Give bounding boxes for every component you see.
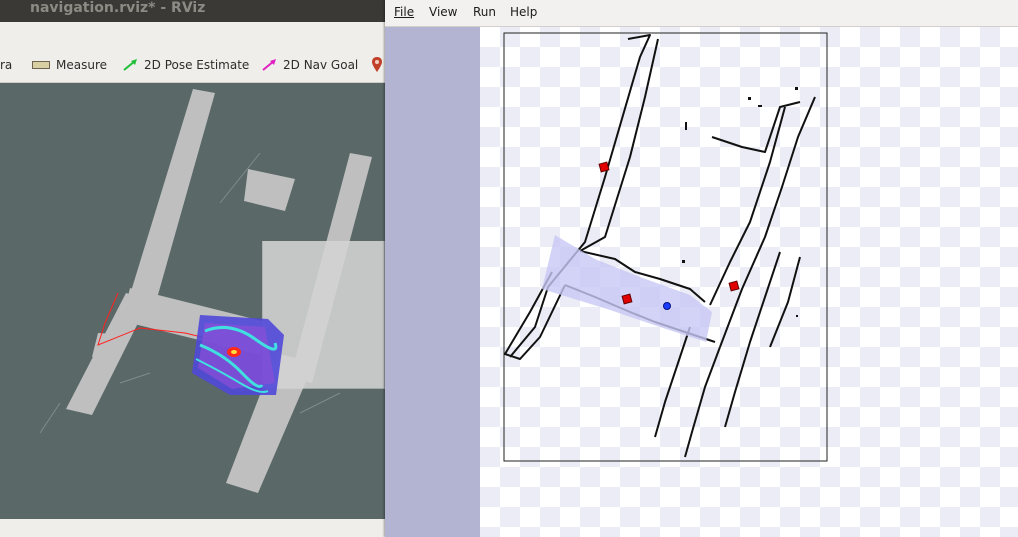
nav-goal-tool-label: 2D Nav Goal xyxy=(283,58,359,72)
obstacle-box xyxy=(728,280,740,292)
menu-help-label: Help xyxy=(510,5,538,19)
interact-tool-button[interactable]: ra xyxy=(0,55,12,75)
robot-marker xyxy=(663,302,671,310)
wall-lower-corridor-left xyxy=(654,326,691,438)
rviz-window-title: navigation.rviz* - RViz xyxy=(30,0,206,16)
rviz-titlebar[interactable]: navigation.rviz* - RViz xyxy=(0,0,386,22)
menu-view[interactable]: View xyxy=(429,5,457,19)
stage-window: File View Run Help xyxy=(385,0,1018,537)
menu-file-label: File xyxy=(394,5,415,19)
local-costmap-region xyxy=(263,241,385,389)
rviz-bottom-panel xyxy=(0,519,386,537)
ruler-icon xyxy=(32,61,50,69)
menu-run[interactable]: Run xyxy=(473,5,496,19)
pose-estimate-tool-label: 2D Pose Estimate xyxy=(144,58,250,72)
menu-help[interactable]: Help xyxy=(510,5,537,19)
stage-canvas[interactable] xyxy=(385,27,1018,537)
stage-world-map[interactable] xyxy=(480,27,1018,537)
measure-tool-button[interactable]: Measure xyxy=(32,55,107,75)
nav-goal-tool-button[interactable]: 2D Nav Goal xyxy=(261,55,358,75)
obstacle-box xyxy=(598,161,610,173)
menu-file[interactable]: File xyxy=(394,5,414,19)
rviz-map-display[interactable] xyxy=(0,83,386,537)
obstacle-box xyxy=(621,293,633,305)
publish-point-tool-button[interactable] xyxy=(372,55,386,75)
rviz-3d-view[interactable] xyxy=(0,83,386,537)
magenta-arrow-icon xyxy=(261,58,277,72)
map-arm-left xyxy=(92,333,128,361)
map-room-top xyxy=(244,169,295,211)
wall-room-top xyxy=(711,101,801,153)
map-corridor-upper-left xyxy=(125,89,215,316)
map-pin-icon xyxy=(372,57,382,73)
green-arrow-icon xyxy=(122,58,138,72)
interact-tool-label: ra xyxy=(0,58,13,72)
rviz-window: navigation.rviz* - RViz ra Measure 2D Po… xyxy=(0,0,386,537)
menu-view-label: View xyxy=(429,5,458,19)
measure-tool-label: Measure xyxy=(56,58,107,72)
wall-right-corridor-outer xyxy=(719,96,816,348)
stage-world-floor[interactable] xyxy=(480,27,1018,537)
pose-estimate-tool-button[interactable]: 2D Pose Estimate xyxy=(122,55,249,75)
rviz-toolbar: ra Measure 2D Pose Estimate 2D Nav Goal xyxy=(0,22,386,83)
costmap-overlay xyxy=(192,315,284,395)
wall-lower-right xyxy=(724,251,781,428)
stage-menubar: File View Run Help xyxy=(385,0,1018,27)
wall-lower-corridor-right xyxy=(684,346,721,458)
menu-run-label: Run xyxy=(473,5,497,19)
